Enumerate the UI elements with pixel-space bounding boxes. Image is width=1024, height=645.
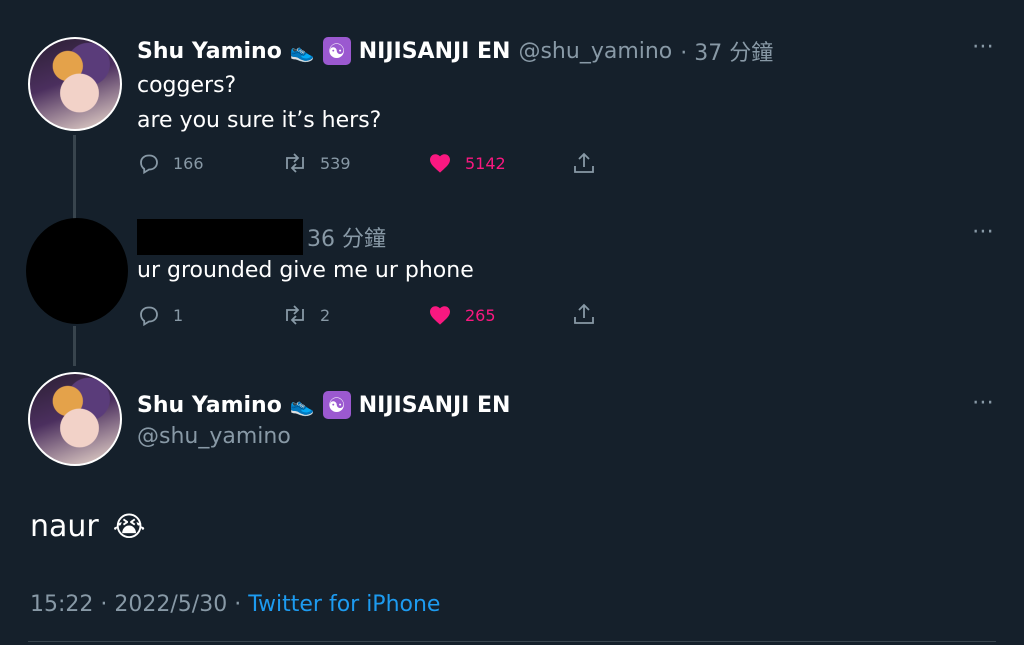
tweet2-text: ur grounded give me ur phone bbox=[137, 258, 474, 283]
retweet-count: 539 bbox=[320, 153, 351, 173]
retweet-button[interactable]: 539 bbox=[282, 151, 351, 175]
meta-separator: · bbox=[234, 592, 249, 617]
share-icon bbox=[572, 151, 596, 177]
tweet2-header: 36 分鐘 bbox=[137, 219, 386, 255]
post-date[interactable]: 2022/5/30 bbox=[114, 592, 227, 617]
handle[interactable]: @shu_yamino bbox=[518, 39, 672, 64]
reply-icon bbox=[137, 303, 161, 327]
org-name: NIJISANJI EN bbox=[358, 392, 511, 418]
reply-button[interactable]: 166 bbox=[137, 151, 204, 175]
main-header: Shu Yamino 👟 ☯ NIJISANJI EN bbox=[137, 390, 510, 420]
post-time[interactable]: 15:22 bbox=[30, 592, 93, 617]
heart-icon bbox=[427, 303, 453, 327]
more-icon[interactable]: ⋯ bbox=[972, 219, 995, 244]
redacted-name bbox=[137, 219, 303, 255]
main-text: naur 😭 bbox=[30, 509, 145, 544]
tweet1-line-1: coggers? bbox=[137, 73, 237, 98]
divider bbox=[28, 641, 996, 642]
main-text-content: naur bbox=[30, 509, 99, 544]
meta-separator: · bbox=[100, 592, 115, 617]
retweet-button[interactable]: 2 bbox=[282, 303, 330, 327]
thread-line bbox=[73, 135, 76, 225]
like-button[interactable]: 265 bbox=[427, 303, 496, 327]
reply-count: 1 bbox=[173, 305, 184, 325]
like-count: 5142 bbox=[465, 153, 506, 173]
timestamp[interactable]: · 37 分鐘 bbox=[680, 35, 773, 67]
tweet1-header: Shu Yamino 👟 ☯ NIJISANJI EN @shu_yamino … bbox=[137, 36, 773, 66]
retweet-count: 2 bbox=[320, 305, 331, 325]
retweet-icon bbox=[282, 303, 308, 327]
tweet-meta: 15:22 · 2022/5/30 · Twitter for iPhone bbox=[30, 592, 440, 617]
like-count: 265 bbox=[465, 305, 496, 325]
retweet-icon bbox=[282, 151, 308, 175]
more-icon[interactable]: ⋯ bbox=[972, 390, 995, 415]
client-link[interactable]: Twitter for iPhone bbox=[248, 592, 440, 617]
display-name[interactable]: Shu Yamino bbox=[137, 39, 282, 64]
display-name[interactable]: Shu Yamino bbox=[137, 393, 282, 418]
share-icon bbox=[572, 302, 596, 328]
reply-button[interactable]: 1 bbox=[137, 303, 183, 327]
reply-count: 166 bbox=[173, 153, 204, 173]
thread-line bbox=[73, 326, 76, 366]
share-button[interactable] bbox=[572, 302, 596, 328]
avatar[interactable] bbox=[28, 37, 122, 131]
shoe-icon: 👟 bbox=[289, 393, 315, 417]
heart-icon bbox=[427, 151, 453, 175]
org-name: NIJISANJI EN bbox=[358, 38, 511, 64]
tweet1-line-2: are you sure it’s hers? bbox=[137, 108, 382, 133]
handle[interactable]: @shu_yamino bbox=[137, 424, 291, 449]
share-button[interactable] bbox=[572, 151, 596, 177]
shoe-icon: 👟 bbox=[289, 39, 315, 63]
reply-icon bbox=[137, 151, 161, 175]
more-icon[interactable]: ⋯ bbox=[972, 34, 995, 59]
crying-emoji: 😭 bbox=[112, 510, 146, 543]
like-button[interactable]: 5142 bbox=[427, 151, 506, 175]
timestamp[interactable]: 36 分鐘 bbox=[307, 221, 386, 253]
avatar[interactable] bbox=[28, 372, 122, 466]
avatar-redacted[interactable] bbox=[26, 218, 128, 324]
yin-yang-icon: ☯ bbox=[322, 37, 351, 65]
yin-yang-icon: ☯ bbox=[322, 391, 351, 419]
